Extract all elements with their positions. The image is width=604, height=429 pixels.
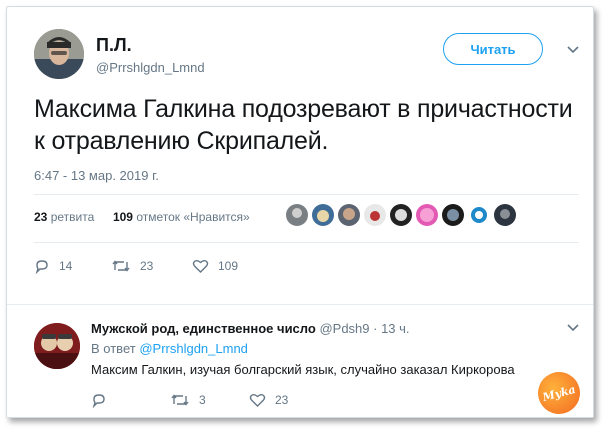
liker-avatar[interactable] — [390, 204, 412, 226]
reply-reply-action[interactable] — [91, 392, 116, 408]
liker-avatar[interactable] — [364, 204, 386, 226]
liker-avatar[interactable] — [494, 204, 516, 226]
liker-avatar[interactable] — [442, 204, 464, 226]
watermark-text: Мyka — [541, 382, 577, 404]
reply-author-name[interactable]: Мужской род, единственное число — [91, 321, 316, 336]
reply-action[interactable]: 14 — [34, 258, 72, 274]
heart-icon[interactable] — [192, 258, 209, 274]
retweets-label[interactable]: ретвита — [51, 210, 95, 224]
tweet-card: П.Л. @Prrshlgdn_Lmnd Читать Максима Галк… — [6, 6, 594, 418]
retweet-icon[interactable] — [170, 392, 190, 408]
reply-time[interactable]: · 13 ч. — [373, 321, 409, 336]
author-avatar[interactable] — [34, 29, 84, 79]
author-handle[interactable]: @Prrshlgdn_Lmnd — [96, 60, 205, 75]
reply-header: Мужской род, единственное число @Pdsh9 ·… — [91, 321, 410, 336]
reply-retweet-count: 3 — [199, 393, 206, 407]
author-name[interactable]: П.Л. — [96, 35, 132, 56]
divider — [34, 242, 579, 243]
like-action[interactable]: 109 — [192, 258, 238, 274]
reply-author-avatar[interactable] — [34, 323, 80, 369]
retweet-icon[interactable] — [111, 258, 131, 274]
like-count: 109 — [218, 259, 239, 273]
likers-avatars[interactable] — [286, 204, 520, 226]
retweet-action[interactable]: 23 — [111, 258, 153, 274]
retweets-count[interactable]: 23 — [34, 210, 47, 224]
tweet-timestamp[interactable]: 6:47 - 13 мар. 2019 г. — [34, 168, 159, 183]
reply-to-prefix: В ответ — [91, 341, 136, 356]
liker-avatar[interactable] — [468, 204, 490, 226]
reply-retweet-action[interactable]: 3 — [170, 392, 206, 408]
reply-count: 14 — [59, 259, 73, 273]
reply-to-line: В ответ @Prrshlgdn_Lmnd — [91, 341, 248, 356]
retweet-count: 23 — [140, 259, 154, 273]
liker-avatar[interactable] — [338, 204, 360, 226]
chevron-down-icon[interactable] — [566, 323, 580, 333]
liker-avatar[interactable] — [416, 204, 438, 226]
chevron-down-icon[interactable] — [566, 45, 580, 55]
tweet-text: Максима Галкина подозревают в причастнос… — [34, 95, 573, 155]
liker-avatar[interactable] — [312, 204, 334, 226]
reply-author-handle[interactable]: @Pdsh9 — [319, 321, 369, 336]
reply-like-count: 23 — [275, 393, 289, 407]
heart-icon[interactable] — [249, 392, 266, 408]
liker-avatar[interactable] — [286, 204, 308, 226]
reply-like-action[interactable]: 23 — [249, 392, 288, 408]
reply-tweet[interactable]: Мужской род, единственное число @Pdsh9 ·… — [7, 304, 593, 417]
tweet-stats: 23 ретвита 109 отметок «Нравится» — [34, 210, 250, 224]
likes-count[interactable]: 109 — [113, 210, 133, 224]
reply-text: Максим Галкин, изучая болгарский язык, с… — [91, 362, 515, 377]
divider — [7, 304, 593, 305]
likes-label[interactable]: отметок «Нравится» — [136, 210, 249, 224]
reply-to-handle[interactable]: @Prrshlgdn_Lmnd — [139, 341, 248, 356]
reply-icon[interactable] — [34, 258, 50, 274]
divider — [34, 194, 579, 195]
reply-icon[interactable] — [91, 392, 107, 408]
follow-button[interactable]: Читать — [443, 33, 543, 65]
